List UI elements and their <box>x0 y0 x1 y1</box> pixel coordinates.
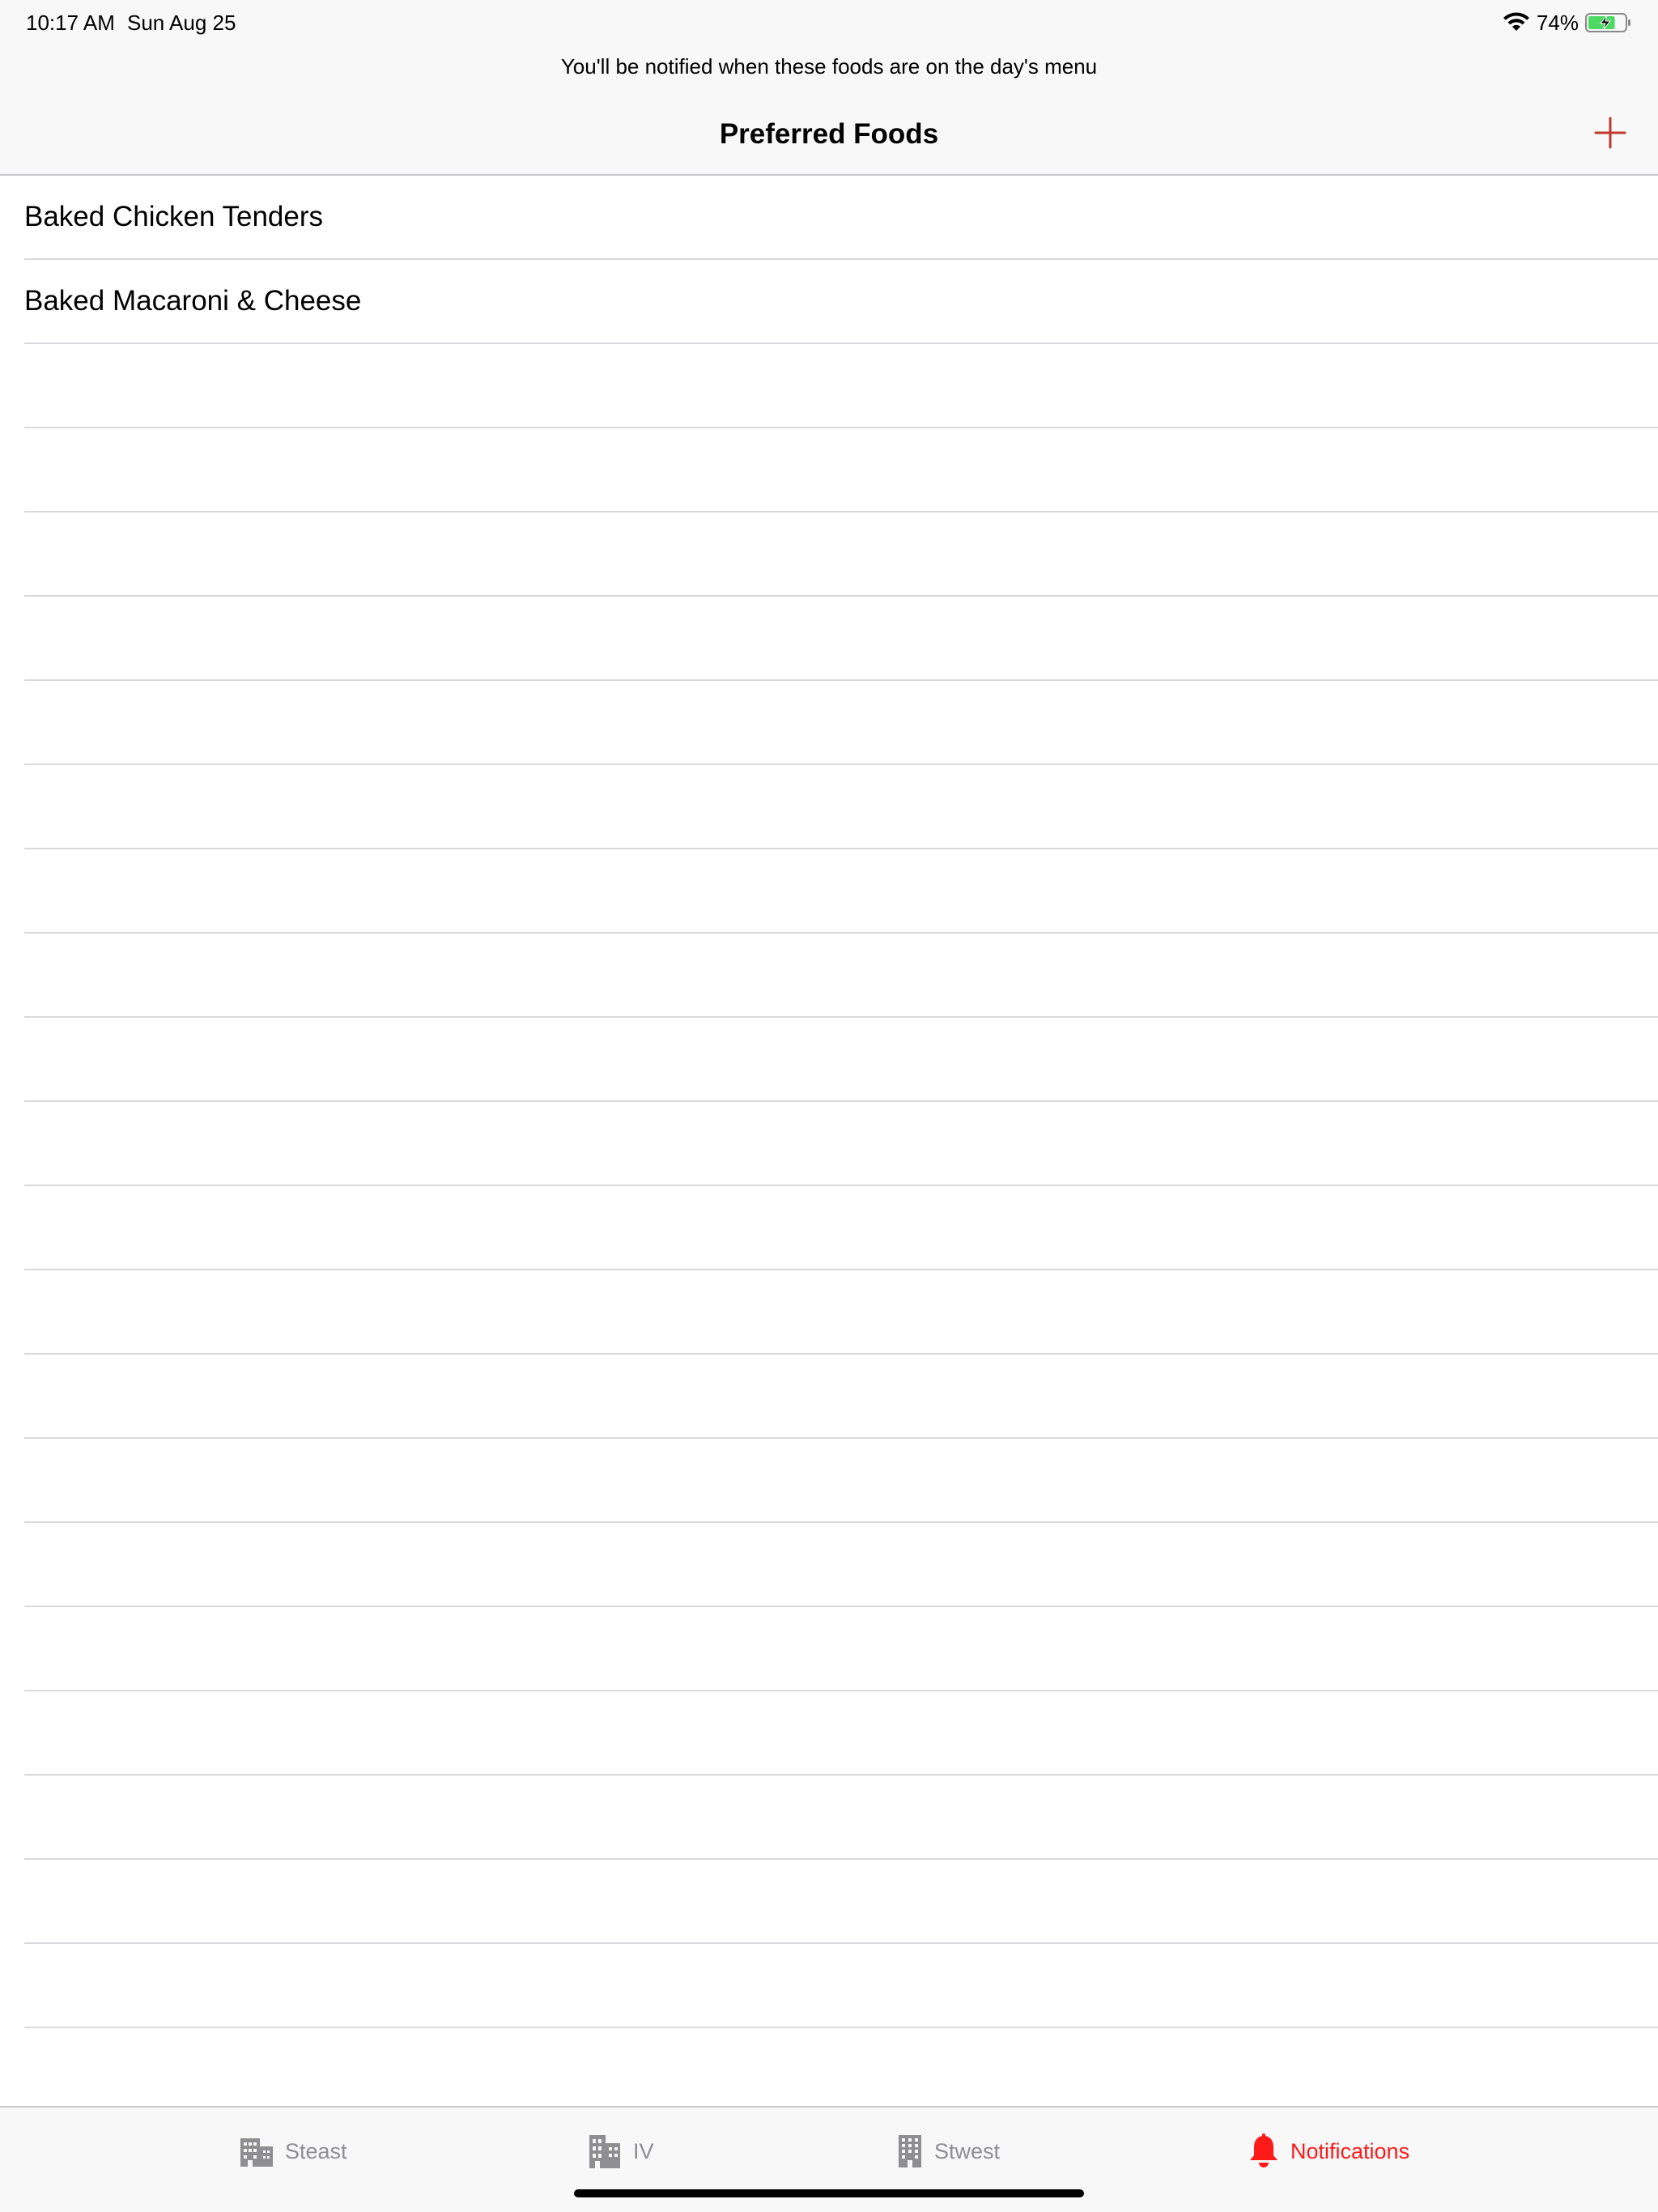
status-indicators: 74% <box>1503 6 1632 39</box>
tab-label: IV <box>633 2139 654 2163</box>
tab-notifications[interactable]: Notifications <box>1248 2130 1409 2172</box>
empty-list-row <box>24 1186 1658 1270</box>
screen: 10:17 AM Sun Aug 25 74% You'll be notifi… <box>0 0 1658 2212</box>
wifi-icon <box>1503 12 1529 31</box>
list-item[interactable]: Baked Macaroni & Cheese <box>24 260 1658 344</box>
food-name: Baked Chicken Tenders <box>24 201 324 232</box>
battery-charging-icon <box>1585 13 1630 32</box>
empty-list-row <box>24 1102 1658 1186</box>
building-icon <box>240 2138 273 2167</box>
empty-list-row <box>24 597 1658 681</box>
preferred-foods-list: Baked Chicken Tenders Baked Macaroni & C… <box>0 176 1658 2106</box>
empty-list-row <box>24 1776 1658 1860</box>
home-indicator <box>574 2189 1084 2197</box>
status-date: Sun Aug 25 <box>127 11 236 35</box>
tall-building-icon <box>899 2135 921 2167</box>
empty-list-row <box>24 428 1658 513</box>
empty-list-row <box>24 513 1658 597</box>
empty-list-row <box>24 1439 1658 1523</box>
empty-list-row <box>24 1270 1658 1355</box>
plus-icon <box>1594 117 1626 149</box>
empty-list-row <box>24 1691 1658 1776</box>
empty-list-row <box>24 1355 1658 1439</box>
tab-label: Steast <box>285 2139 347 2163</box>
header-subtitle: You'll be notified when these foods are … <box>560 54 1098 79</box>
buildings-icon <box>589 2135 620 2168</box>
empty-list-row <box>24 1944 1658 2028</box>
bell-icon <box>1250 2133 1278 2167</box>
empty-list-row <box>24 1018 1658 1102</box>
tab-label: Stwest <box>934 2139 1001 2163</box>
empty-list-row <box>24 344 1658 428</box>
tab-label: Notifications <box>1290 2139 1410 2163</box>
tab-iv[interactable]: IV <box>588 2130 654 2172</box>
list-item[interactable]: Baked Chicken Tenders <box>24 176 1658 260</box>
add-food-button[interactable] <box>1590 113 1630 153</box>
empty-list-row <box>24 934 1658 1018</box>
battery-percentage: 74% <box>1536 11 1579 35</box>
status-time: 10:17 AM <box>26 11 115 35</box>
navigation-header: 10:17 AM Sun Aug 25 74% You'll be notifi… <box>0 0 1658 176</box>
tab-steast[interactable]: Steast <box>240 2130 347 2172</box>
empty-list-row <box>24 849 1658 934</box>
empty-list-row <box>24 1860 1658 1944</box>
empty-list-row <box>24 765 1658 849</box>
empty-list-row <box>24 681 1658 765</box>
tab-stwest[interactable]: Stwest <box>897 2130 1000 2172</box>
empty-list-row <box>24 1523 1658 1607</box>
empty-list-row <box>24 1607 1658 1691</box>
page-title: Preferred Foods <box>719 118 939 150</box>
food-name: Baked Macaroni & Cheese <box>24 285 362 317</box>
